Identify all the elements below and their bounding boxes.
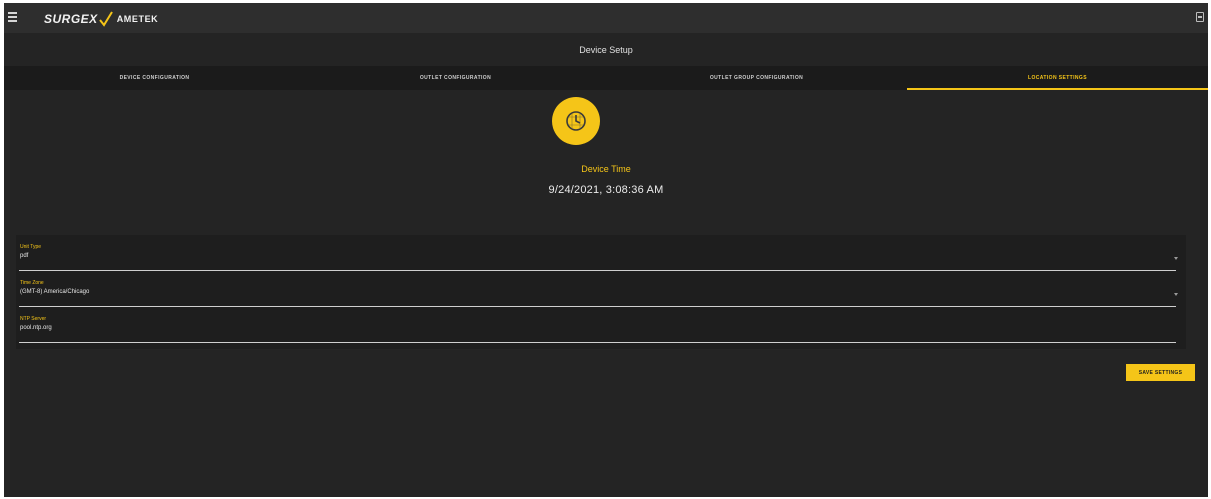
chevron-down-icon (1174, 293, 1178, 296)
unit-type-label: Unit Type (20, 244, 42, 250)
save-settings-button[interactable]: Save Settings (1126, 364, 1195, 381)
time-zone-value: (GMT-8) America/Chicago (20, 289, 90, 295)
device-time-label: Device Time (581, 164, 631, 174)
brand-name: SURGEX (44, 12, 98, 26)
brand-logo: SURGEX AMETEK (44, 9, 158, 29)
settings-icon[interactable] (1196, 12, 1204, 22)
app-window: SURGEX AMETEK Device Setup Device Config… (4, 3, 1208, 497)
partner-name: AMETEK (116, 14, 159, 24)
field-underline (19, 342, 1176, 343)
tab-bar: Device Configuration Outlet Configuratio… (4, 66, 1208, 90)
tab-device-configuration[interactable]: Device Configuration (4, 66, 305, 90)
tab-outlet-group-configuration[interactable]: Outlet Group Configuration (606, 66, 907, 90)
ntp-server-value[interactable]: pool.ntp.org (20, 325, 52, 331)
chevron-down-icon (1174, 257, 1178, 260)
app-bar: SURGEX AMETEK (4, 3, 1208, 33)
unit-type-value: pdf (20, 253, 29, 259)
hamburger-menu-icon[interactable] (8, 12, 17, 22)
ntp-server-label: NTP Server (20, 316, 47, 322)
ntp-server-input[interactable]: NTP Server pool.ntp.org (16, 311, 1186, 345)
field-underline (19, 270, 1176, 271)
clock-badge (552, 97, 600, 145)
page-title: Device Setup (579, 44, 633, 55)
page-header: Device Setup (4, 33, 1208, 66)
tab-outlet-configuration[interactable]: Outlet Configuration (305, 66, 606, 90)
unit-type-select[interactable]: Unit Type pdf (16, 239, 1186, 273)
field-underline (19, 306, 1176, 307)
device-time-value: 9/24/2021, 3:08:36 AM (548, 184, 664, 196)
checkmark-icon (98, 11, 113, 27)
time-zone-select[interactable]: Time Zone (GMT-8) America/Chicago (16, 275, 1186, 309)
clock-icon (566, 111, 586, 131)
time-zone-label: Time Zone (20, 280, 44, 286)
tab-location-settings[interactable]: Location Settings (907, 66, 1208, 90)
location-settings-form: Unit Type pdf Time Zone (GMT-8) America/… (16, 235, 1186, 349)
